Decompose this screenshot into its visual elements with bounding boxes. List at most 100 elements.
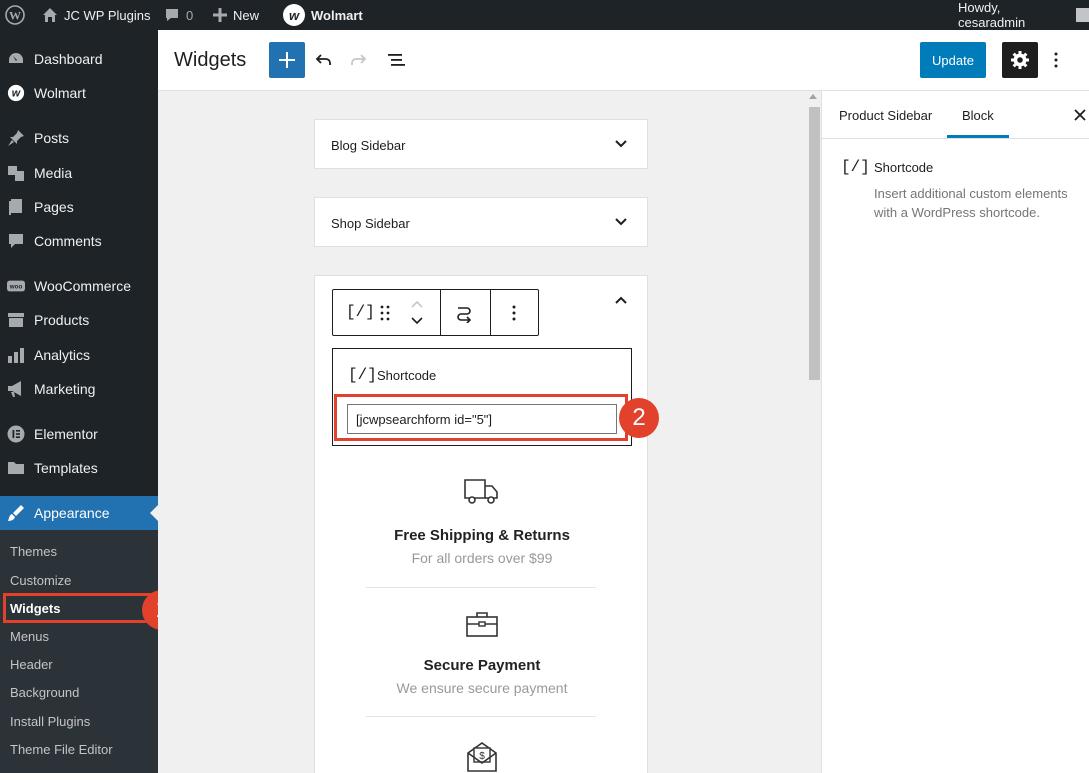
update-button[interactable]: Update (920, 42, 986, 78)
site-name-link[interactable]: JC WP Plugins (42, 0, 150, 30)
menu-item-templates[interactable]: Templates (0, 451, 158, 485)
new-content-link[interactable]: New (213, 0, 259, 30)
shortcode-icon: [/] (841, 158, 870, 176)
widget-area-blog-sidebar[interactable]: Blog Sidebar (314, 119, 648, 169)
svg-text:W: W (9, 9, 21, 23)
widgets-canvas: Blog Sidebar Shop Sidebar [/] [/] Shortc… (158, 91, 821, 773)
menu-item-appearance[interactable]: Appearance (0, 496, 158, 530)
options-menu-button[interactable] (1044, 42, 1068, 78)
svg-text:woo: woo (9, 284, 23, 291)
block-card-description: Insert additional custom elements with a… (874, 186, 1068, 220)
menu-label: Pages (34, 199, 74, 215)
redo-button[interactable] (342, 42, 374, 78)
submenu-themes[interactable]: Themes (10, 544, 57, 559)
drag-handle-icon[interactable] (380, 305, 390, 321)
editor-header: Widgets Update (158, 30, 1089, 91)
admin-bar: W JC WP Plugins 0 New w Wolmart Howdy, c… (0, 0, 1089, 30)
menu-item-wolmart[interactable]: w Wolmart (0, 76, 158, 110)
feature-title: Secure Payment (423, 657, 541, 674)
move-up-icon[interactable] (410, 300, 424, 308)
menu-item-posts[interactable]: Posts (0, 121, 158, 155)
move-down-icon[interactable] (410, 317, 424, 325)
undo-button[interactable] (308, 42, 340, 78)
widget-area-shop-sidebar[interactable]: Shop Sidebar (314, 197, 648, 247)
menu-label: WooCommerce (34, 278, 131, 294)
menu-label: Wolmart (34, 85, 86, 101)
menu-item-analytics[interactable]: Analytics (0, 338, 158, 372)
menu-item-woocommerce[interactable]: woo WooCommerce (0, 269, 158, 303)
submenu-menus[interactable]: Menus (10, 629, 49, 644)
submenu-install-plugins[interactable]: Install Plugins (10, 714, 90, 729)
list-view-icon (386, 50, 406, 70)
feature-divider (366, 587, 596, 588)
settings-button[interactable] (1002, 42, 1038, 78)
briefcase-icon (465, 610, 499, 638)
menu-item-comments[interactable]: Comments (0, 224, 158, 258)
step-badge-2: 2 (619, 398, 659, 438)
wolmart-icon: w (7, 84, 25, 102)
wordpress-logo-icon[interactable]: W (5, 0, 25, 30)
wolmart-logo-icon: w (283, 4, 305, 26)
tab-product-sidebar[interactable]: Product Sidebar (839, 91, 932, 139)
menu-item-media[interactable]: Media (0, 156, 158, 190)
undo-icon (314, 50, 334, 70)
more-vertical-icon (1054, 52, 1058, 68)
feature-free-shipping: Free Shipping & Returns For all orders o… (332, 527, 632, 566)
scroll-thumb[interactable] (809, 107, 820, 380)
scroll-up-arrow[interactable] (809, 94, 817, 99)
redo-icon (348, 50, 368, 70)
appearance-submenu: Themes Customize Widgets Menus Header Ba… (0, 530, 158, 773)
bar-chart-icon (7, 346, 25, 364)
money-envelope-icon: $ (465, 739, 499, 773)
chevron-down-icon[interactable] (615, 140, 627, 148)
menu-label: Templates (34, 460, 98, 476)
shortcode-block-icon[interactable]: [/] (346, 303, 375, 321)
current-menu-arrow (150, 505, 158, 521)
page-title: Widgets (174, 49, 247, 71)
comment-icon (7, 232, 25, 250)
home-icon (42, 7, 58, 23)
menu-item-marketing[interactable]: Marketing (0, 372, 158, 406)
comments-link[interactable]: 0 (164, 0, 193, 30)
widget-area-title: Shop Sidebar (331, 216, 410, 231)
my-account-link[interactable]: Howdy, cesaradmin (958, 0, 1089, 30)
block-options-icon[interactable] (512, 305, 516, 321)
folder-icon (7, 459, 25, 477)
menu-label: Dashboard (34, 51, 103, 67)
submenu-background[interactable]: Background (10, 685, 79, 700)
submenu-header[interactable]: Header (10, 657, 53, 672)
chevron-up-icon[interactable] (615, 296, 627, 304)
pages-icon (7, 198, 25, 216)
close-icon[interactable] (1074, 109, 1086, 121)
archive-icon (7, 311, 25, 329)
menu-label: Analytics (34, 347, 91, 363)
howdy-text: Howdy, cesaradmin (958, 0, 1026, 30)
menu-item-elementor[interactable]: Elementor (0, 417, 158, 451)
menu-label: Appearance (34, 505, 110, 521)
tab-block[interactable]: Block (962, 91, 994, 139)
menu-label: Marketing (34, 381, 96, 397)
woo-icon: woo (7, 277, 25, 295)
svg-text:$: $ (479, 751, 485, 762)
shortcode-highlight-box (334, 394, 628, 441)
block-card-title: Shortcode (874, 160, 934, 175)
toolbar-divider (440, 290, 441, 335)
menu-item-products[interactable]: Products (0, 303, 158, 337)
list-view-button[interactable] (380, 42, 412, 78)
wolmart-theme-link[interactable]: w Wolmart (283, 0, 363, 30)
toolbar-divider (490, 290, 491, 335)
menu-item-dashboard[interactable]: Dashboard (0, 42, 158, 76)
pin-icon (7, 129, 25, 147)
menu-item-pages[interactable]: Pages (0, 190, 158, 224)
feature-subtitle: We ensure secure payment (396, 680, 568, 696)
chevron-down-icon[interactable] (615, 218, 627, 226)
menu-label: Elementor (34, 426, 98, 442)
submenu-theme-file-editor[interactable]: Theme File Editor (10, 742, 113, 757)
new-label: New (233, 7, 260, 23)
transform-icon[interactable] (454, 303, 474, 323)
widget-area-title: Blog Sidebar (331, 138, 406, 153)
media-icon (7, 164, 25, 182)
add-block-button[interactable] (269, 42, 305, 78)
canvas-scrollbar[interactable] (806, 91, 821, 773)
submenu-customize[interactable]: Customize (10, 573, 71, 588)
